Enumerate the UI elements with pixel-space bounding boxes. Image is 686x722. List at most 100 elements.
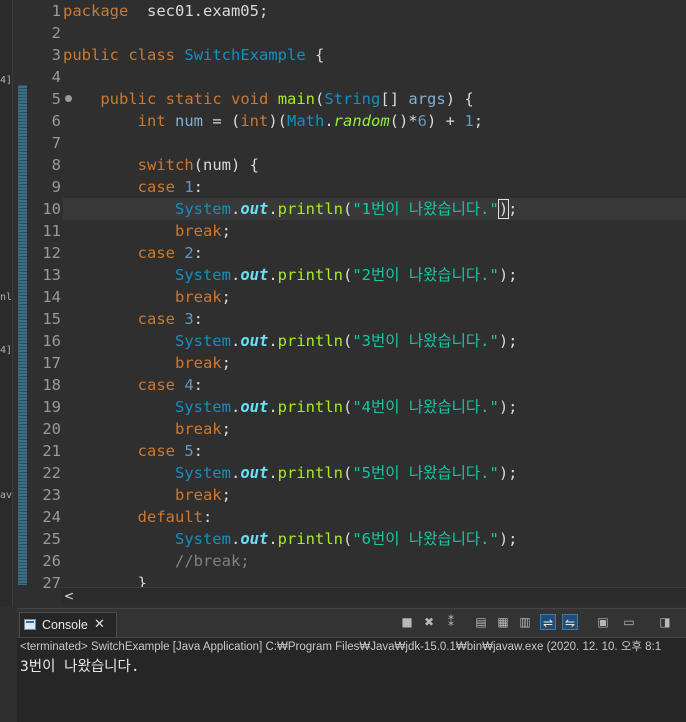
code-token: //break;: [174, 552, 250, 570]
code-token: switch: [137, 156, 194, 174]
code-token: = (: [203, 112, 241, 130]
side-fragment: nl: [0, 292, 12, 303]
code-token: "1번이 나왔습니다.": [352, 200, 499, 218]
line-number: 20: [42, 420, 61, 438]
line-number: 15: [42, 310, 61, 328]
remove-all-icon[interactable]: ⁑: [443, 614, 459, 630]
pin-console-icon[interactable]: ▥: [517, 614, 533, 630]
code-token: case: [137, 310, 175, 328]
code-line[interactable]: package sec01.exam05;: [63, 0, 686, 22]
code-line[interactable]: System.out.println("4번이 나왔습니다.");: [63, 396, 686, 418]
line-number: 8: [51, 156, 61, 174]
code-token: break: [174, 486, 222, 504]
line-number: 21: [42, 442, 61, 460]
code-line[interactable]: switch(num) {: [63, 154, 686, 176]
code-token: public: [63, 46, 119, 64]
code-token: .: [268, 266, 278, 284]
console-output: 3번이 나왔습니다.: [20, 659, 140, 675]
code-token: :: [193, 310, 204, 328]
code-token: .: [268, 398, 278, 416]
scroll-left-arrow-icon[interactable]: <: [61, 588, 77, 604]
code-token: static: [165, 90, 222, 108]
code-token: .: [230, 332, 241, 350]
side-view-strip: 4] nl 4] av: [0, 0, 13, 606]
code-token: );: [498, 332, 518, 350]
code-line[interactable]: System.out.println("1번이 나왔습니다.");: [63, 198, 686, 220]
close-icon[interactable]: ✕: [94, 613, 105, 637]
code-line[interactable]: default:: [63, 506, 686, 528]
code-line[interactable]: break;: [63, 352, 686, 374]
code-line[interactable]: [63, 66, 686, 88]
code-token: out: [240, 530, 269, 548]
code-token: "3번이 나왔습니다.": [352, 332, 499, 350]
code-line[interactable]: case 2:: [63, 242, 686, 264]
code-line[interactable]: [63, 132, 686, 154]
code-line[interactable]: //break;: [63, 550, 686, 572]
show-on-stdout-icon[interactable]: ⇌: [540, 614, 556, 630]
code-token: random: [333, 112, 390, 130]
code-line[interactable]: break;: [63, 220, 686, 242]
new-console-icon[interactable]: ◨: [657, 614, 673, 630]
code-token: (: [343, 332, 353, 350]
horizontal-scrollbar[interactable]: <: [61, 587, 686, 604]
code-token: println: [277, 530, 343, 548]
code-editor[interactable]: 1 2 3 4 5 6 7 8 9 10 11 12 13 14 15 16 17 18 19 20 21 22 23 24 2…: [13, 0, 686, 606]
show-on-stderr-icon[interactable]: ⇋: [562, 614, 578, 630]
open-console-icon[interactable]: ▣: [595, 614, 611, 630]
code-line[interactable]: public static void main(String[] args) {: [63, 88, 686, 110]
side-fragment: 4]: [0, 345, 12, 356]
display-console-icon[interactable]: ▭: [621, 614, 637, 630]
code-token: "5번이 나왔습니다.": [352, 464, 499, 482]
code-line[interactable]: System.out.println("6번이 나왔습니다.");: [63, 528, 686, 550]
code-token: case: [137, 244, 175, 262]
code-token: )(: [268, 112, 287, 130]
console-process-status: <terminated> SwitchExample [Java Applica…: [20, 641, 662, 653]
code-token: break: [174, 420, 222, 438]
code-token: .: [230, 398, 241, 416]
remove-launch-icon[interactable]: ✖: [421, 614, 437, 630]
code-token: 1: [464, 112, 474, 130]
line-number: 14: [42, 288, 61, 306]
terminate-icon[interactable]: ■: [399, 614, 415, 630]
code-area[interactable]: package sec01.exam05; public class Switc…: [63, 0, 686, 594]
word-wrap-icon[interactable]: ▦: [495, 614, 511, 630]
code-token: num: [175, 112, 203, 130]
line-number: 11: [42, 222, 61, 240]
code-line[interactable]: break;: [63, 286, 686, 308]
code-token: class: [128, 46, 176, 64]
scroll-lock-icon[interactable]: ▤: [473, 614, 489, 630]
code-line[interactable]: case 1:: [63, 176, 686, 198]
code-line[interactable]: public class SwitchExample {: [63, 44, 686, 66]
code-line[interactable]: int num = (int)(Math.random()*6) + 1;: [63, 110, 686, 132]
code-token: ;: [473, 112, 484, 130]
code-token: .: [268, 464, 278, 482]
line-number: 24: [42, 508, 61, 526]
code-line[interactable]: System.out.println("2번이 나왔습니다.");: [63, 264, 686, 286]
code-line[interactable]: break;: [63, 484, 686, 506]
tab-console[interactable]: Console ✕: [19, 612, 117, 637]
code-token: "6번이 나왔습니다.": [352, 530, 499, 548]
code-line[interactable]: break;: [63, 418, 686, 440]
code-token: ) +: [427, 112, 465, 130]
code-line[interactable]: [63, 22, 686, 44]
code-line[interactable]: System.out.println("3번이 나왔습니다.");: [63, 330, 686, 352]
code-line[interactable]: case 4:: [63, 374, 686, 396]
code-token: .: [230, 200, 241, 218]
code-line[interactable]: case 3:: [63, 308, 686, 330]
code-token: );: [498, 266, 518, 284]
code-line[interactable]: case 5:: [63, 440, 686, 462]
code-line[interactable]: System.out.println("5번이 나왔습니다.");: [63, 462, 686, 484]
